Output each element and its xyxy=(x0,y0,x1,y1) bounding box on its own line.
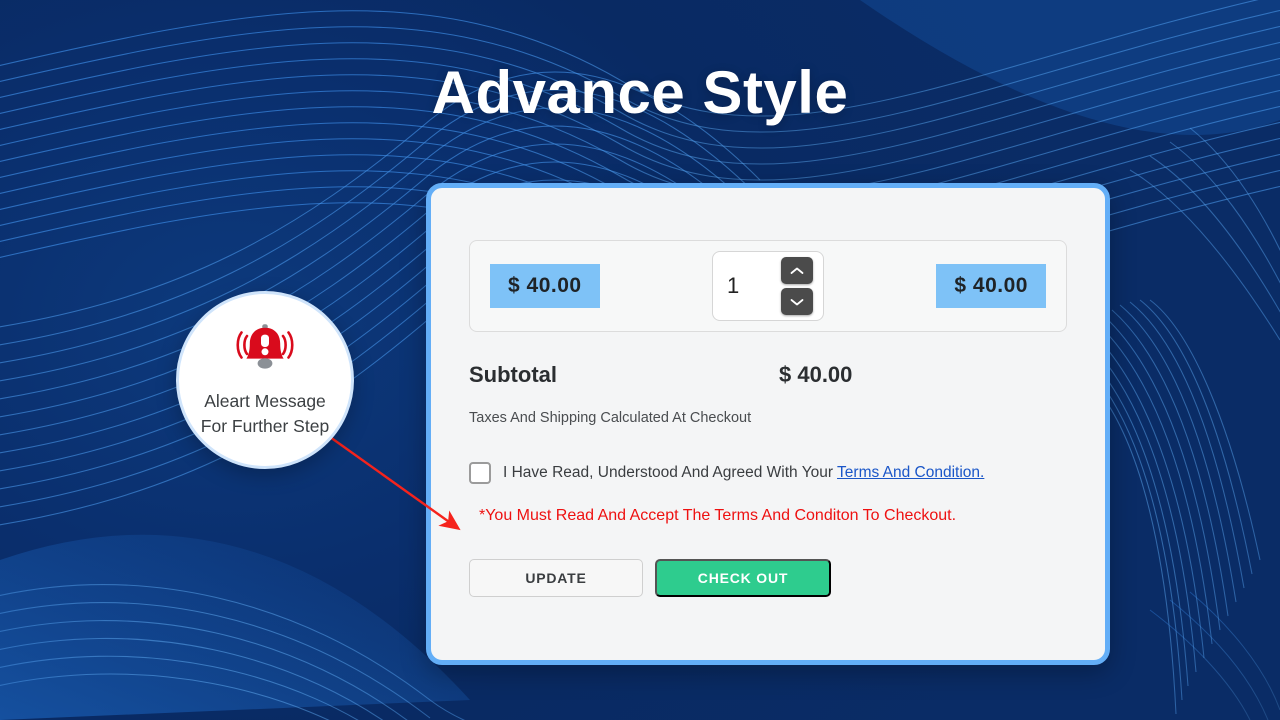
callout-line-2: For Further Step xyxy=(200,415,330,436)
terms-agreement-row: I Have Read, Understood And Agreed With … xyxy=(469,462,1067,484)
update-button[interactable]: UPDATE xyxy=(469,559,643,597)
unit-price-value: $ 40.00 xyxy=(490,264,600,308)
quantity-value[interactable]: 1 xyxy=(727,273,739,299)
alert-bell-icon xyxy=(234,322,296,379)
line-total-value: $ 40.00 xyxy=(936,264,1046,308)
subtotal-row: Subtotal $ 40.00 xyxy=(469,362,1067,388)
cart-line-item-row: $ 40.00 1 $ 40.00 xyxy=(469,240,1067,332)
terms-and-conditions-link[interactable]: Terms And Condition. xyxy=(837,464,984,482)
page-title: Advance Style xyxy=(431,59,849,126)
tax-shipping-note: Taxes And Shipping Calculated At Checkou… xyxy=(469,410,752,426)
alert-callout-bubble: Aleart Message For Further Step xyxy=(176,291,354,469)
chevron-up-icon[interactable] xyxy=(781,257,813,284)
quantity-stepper[interactable]: 1 xyxy=(712,251,824,321)
subtotal-value: $ 40.00 xyxy=(779,362,853,387)
cart-actions: UPDATE CHECK OUT xyxy=(469,559,1067,597)
subtotal-label: Subtotal xyxy=(469,362,557,387)
cart-panel: $ 40.00 1 $ 40.00 Subtotal $ 40.00 Taxes… xyxy=(426,183,1110,665)
terms-error-message: *You Must Read And Accept The Terms And … xyxy=(479,507,957,524)
screenshot-stage: Advance Style $ 40.00 1 $ 40.00 Subtotal… xyxy=(0,0,1280,720)
cart-panel-body: $ 40.00 1 $ 40.00 Subtotal $ 40.00 Taxes… xyxy=(431,188,1105,660)
quantity-stepper-buttons xyxy=(781,257,813,315)
chevron-down-icon[interactable] xyxy=(781,288,813,315)
terms-checkbox[interactable] xyxy=(469,462,491,484)
callout-line-1: Aleart Message xyxy=(204,390,326,411)
terms-label: I Have Read, Understood And Agreed With … xyxy=(503,464,834,481)
checkout-button[interactable]: CHECK OUT xyxy=(655,559,831,597)
